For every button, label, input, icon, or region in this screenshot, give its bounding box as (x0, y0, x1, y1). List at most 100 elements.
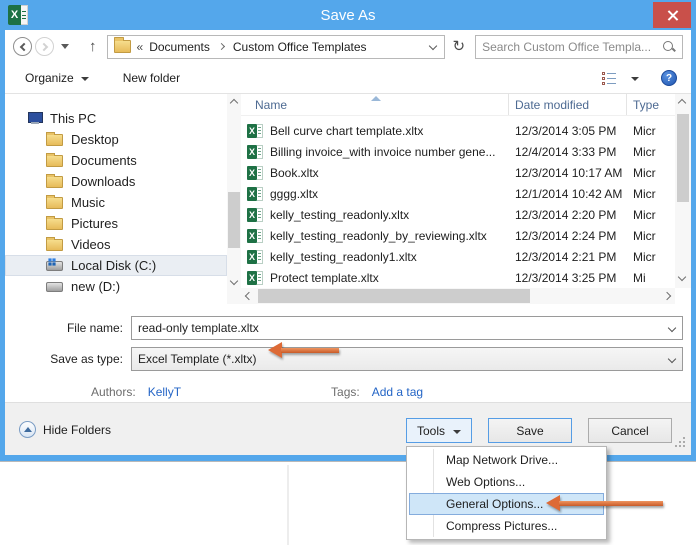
drive-icon (46, 282, 63, 292)
breadcrumb-segment-templates[interactable]: Custom Office Templates (233, 40, 367, 54)
back-button[interactable] (13, 37, 32, 56)
cancel-button[interactable]: Cancel (588, 418, 672, 443)
scroll-up-icon[interactable] (678, 99, 686, 107)
save-as-dialog-screen: X Save As ↑ « Documents Custom Office Te… (0, 0, 696, 545)
tools-button[interactable]: Tools (406, 418, 472, 443)
folder-icon (46, 197, 63, 209)
scroll-down-icon[interactable] (230, 277, 238, 285)
excel-file-icon: X (247, 208, 263, 222)
excel-file-icon: X (247, 166, 263, 180)
forward-button[interactable] (35, 37, 54, 56)
save-as-dialog: X Save As ↑ « Documents Custom Office Te… (0, 0, 696, 461)
scrollbar-thumb[interactable] (258, 289, 530, 303)
chevron-down-icon (453, 430, 461, 434)
folder-icon (46, 176, 63, 188)
navigation-pane: This PC Desktop Documents Downloads Musi… (5, 94, 227, 304)
search-icon (662, 40, 676, 54)
organize-menu-button[interactable]: Organize (25, 71, 89, 85)
folder-icon (46, 155, 63, 167)
new-folder-button[interactable]: New folder (123, 71, 180, 85)
close-icon (667, 10, 678, 21)
excel-file-icon: X (247, 250, 263, 264)
chevron-right-icon (218, 43, 225, 50)
file-row[interactable]: Xkelly_testing_readonly1.xltx 12/3/2014 … (241, 246, 675, 267)
search-box (475, 35, 683, 59)
scrollbar-thumb[interactable] (228, 192, 240, 248)
view-dropdown-icon[interactable] (631, 77, 639, 81)
breadcrumb-overflow[interactable]: « (137, 40, 144, 54)
collapse-up-icon (19, 421, 36, 438)
sidebar-item-desktop[interactable]: Desktop (5, 129, 227, 150)
menu-item-map-network-drive[interactable]: Map Network Drive... (409, 449, 604, 471)
file-name-label: File name: (5, 321, 131, 335)
sidebar-item-pictures[interactable]: Pictures (5, 213, 227, 234)
authors-label: Authors: (91, 385, 136, 399)
sidebar-item-documents[interactable]: Documents (5, 150, 227, 171)
help-icon[interactable]: ? (661, 70, 677, 86)
menu-item-web-options[interactable]: Web Options... (409, 471, 604, 493)
scroll-up-icon[interactable] (230, 99, 238, 107)
tools-dropdown-menu: Map Network Drive... Web Options... Gene… (406, 446, 607, 540)
sidebar-item-music[interactable]: Music (5, 192, 227, 213)
address-bar: ↑ « Documents Custom Office Templates ↻ (5, 30, 691, 63)
resize-grip[interactable] (675, 437, 685, 447)
dialog-title: Save As (0, 7, 696, 24)
file-list-vertical-scrollbar[interactable] (675, 94, 691, 288)
add-a-tag-link[interactable]: Add a tag (372, 385, 423, 399)
file-list-horizontal-scrollbar[interactable] (241, 288, 675, 304)
sidebar-item-this-pc[interactable]: This PC (5, 108, 227, 129)
scrollbar-thumb[interactable] (677, 114, 689, 202)
file-name-input[interactable] (138, 321, 660, 335)
menu-item-compress-pictures[interactable]: Compress Pictures... (409, 515, 604, 537)
excel-file-icon: X (247, 271, 263, 285)
authors-value-link[interactable]: KellyT (148, 385, 181, 399)
breadcrumb-segment-documents[interactable]: Documents (149, 40, 210, 54)
file-row[interactable]: Xkelly_testing_readonly.xltx 12/3/2014 2… (241, 204, 675, 225)
column-header-type[interactable]: Type (627, 94, 665, 115)
file-row[interactable]: XProtect template.xltx 12/3/2014 3:25 PM… (241, 267, 675, 288)
sidebar-item-local-disk-c[interactable]: Local Disk (C:) (5, 255, 227, 276)
refresh-button[interactable]: ↻ (453, 39, 466, 54)
hide-folders-button[interactable]: Hide Folders (19, 421, 111, 438)
menu-item-general-options[interactable]: General Options... (409, 493, 604, 515)
up-one-level-button[interactable]: ↑ (89, 39, 97, 54)
drive-icon (46, 261, 63, 271)
file-list: Name Date modified Type XBell curve char… (241, 94, 691, 304)
file-row[interactable]: XBook.xltx 12/3/2014 10:17 AM Micr (241, 162, 675, 183)
address-dropdown-icon[interactable] (428, 41, 436, 49)
chevron-down-icon (81, 77, 89, 81)
change-view-button[interactable] (602, 72, 616, 85)
column-header-date-modified[interactable]: Date modified (509, 94, 627, 115)
chevron-down-icon[interactable] (668, 324, 676, 332)
file-row[interactable]: XBilling invoice_with invoice number gen… (241, 141, 675, 162)
sidebar-scrollbar[interactable] (227, 94, 241, 304)
column-headers: Name Date modified Type (241, 94, 691, 116)
save-as-type-select[interactable]: Excel Template (*.xltx) (131, 347, 683, 371)
recent-locations-dropdown[interactable] (61, 44, 69, 49)
scroll-right-icon[interactable] (663, 292, 671, 300)
file-row[interactable]: XBell curve chart template.xltx 12/3/201… (241, 120, 675, 141)
computer-icon (26, 112, 42, 125)
excel-file-icon: X (247, 145, 263, 159)
save-as-type-label: Save as type: (5, 352, 131, 366)
titlebar: X Save As (0, 0, 696, 30)
excel-file-icon: X (247, 124, 263, 138)
sidebar-item-videos[interactable]: Videos (5, 234, 227, 255)
file-row[interactable]: Xgggg.xltx 12/1/2014 10:42 AM Micr (241, 183, 675, 204)
sort-ascending-icon (371, 96, 381, 101)
breadcrumb[interactable]: « Documents Custom Office Templates (107, 35, 445, 59)
folder-icon (46, 218, 63, 230)
close-button[interactable] (653, 2, 691, 28)
sidebar-item-downloads[interactable]: Downloads (5, 171, 227, 192)
sidebar-item-new-d[interactable]: new (D:) (5, 276, 227, 297)
file-row[interactable]: Xkelly_testing_readonly_by_reviewing.xlt… (241, 225, 675, 246)
folder-icon (46, 134, 63, 146)
file-name-combobox (131, 316, 683, 340)
excel-file-icon: X (247, 229, 263, 243)
save-as-type-value: Excel Template (*.xltx) (138, 352, 256, 366)
save-button[interactable]: Save (488, 418, 572, 443)
search-input[interactable] (482, 40, 662, 54)
scroll-down-icon[interactable] (678, 273, 686, 281)
back-icon (19, 42, 27, 50)
tags-label: Tags: (331, 385, 360, 399)
